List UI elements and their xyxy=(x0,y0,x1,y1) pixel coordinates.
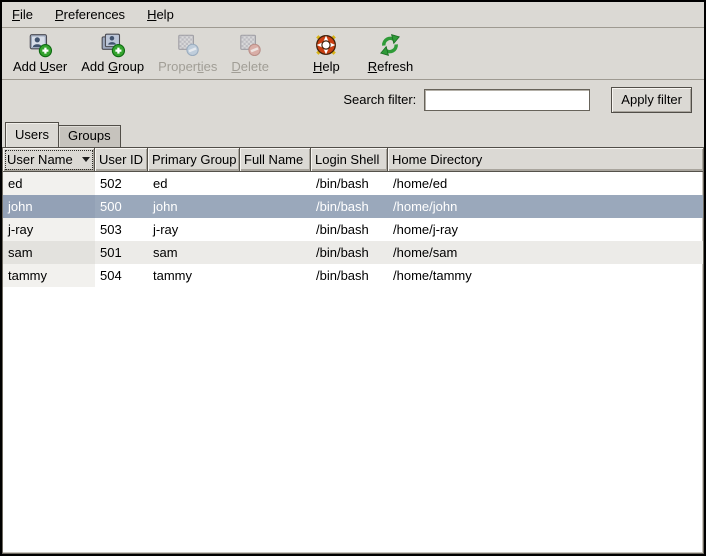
tab-strip: Users Groups xyxy=(2,119,704,147)
cell-home-directory[interactable]: /home/john xyxy=(388,195,703,218)
cell-login-shell[interactable]: /bin/bash xyxy=(311,264,388,287)
cell-full-name[interactable] xyxy=(240,172,311,195)
table-header-row: User Name User ID Primary Group Full Nam… xyxy=(3,148,703,172)
help-icon xyxy=(313,32,339,58)
table-row[interactable]: tammy504tammy/bin/bash/home/tammy xyxy=(3,264,703,287)
refresh-label: Refresh xyxy=(368,59,414,74)
cell-user-id[interactable]: 500 xyxy=(95,195,148,218)
tab-groups[interactable]: Groups xyxy=(58,125,121,147)
cell-home-directory[interactable]: /home/sam xyxy=(388,241,703,264)
cell-full-name[interactable] xyxy=(240,264,311,287)
user-manager-window: { "window": { "bg": "#dbd9d4", "selectio… xyxy=(0,0,706,556)
column-header-login-shell[interactable]: Login Shell xyxy=(311,148,388,172)
cell-home-directory[interactable]: /home/j-ray xyxy=(388,218,703,241)
column-header-user-id[interactable]: User ID xyxy=(95,148,148,172)
add-user-label: Add User xyxy=(13,59,67,74)
table-row[interactable]: ed502ed/bin/bash/home/ed xyxy=(3,172,703,195)
toolbar: Add User Add Group xyxy=(2,28,704,80)
sort-arrow-icon xyxy=(82,157,90,162)
properties-button[interactable]: Properties xyxy=(151,30,224,76)
delete-icon xyxy=(237,32,263,58)
cell-primary-group[interactable]: tammy xyxy=(148,264,240,287)
cell-home-directory[interactable]: /home/ed xyxy=(388,172,703,195)
cell-user-id[interactable]: 501 xyxy=(95,241,148,264)
column-header-full-name[interactable]: Full Name xyxy=(240,148,311,172)
apply-filter-button[interactable]: Apply filter xyxy=(611,87,692,113)
help-label: Help xyxy=(313,59,340,74)
cell-primary-group[interactable]: john xyxy=(148,195,240,218)
menubar: File Preferences Help xyxy=(2,2,704,28)
cell-home-directory[interactable]: /home/tammy xyxy=(388,264,703,287)
cell-user-name[interactable]: j-ray xyxy=(3,218,95,241)
cell-primary-group[interactable]: sam xyxy=(148,241,240,264)
menu-preferences[interactable]: Preferences xyxy=(47,3,133,26)
column-header-home-directory[interactable]: Home Directory xyxy=(388,148,703,172)
filter-bar: Search filter: Apply filter xyxy=(2,80,704,119)
delete-label: Delete xyxy=(231,59,269,74)
delete-button[interactable]: Delete xyxy=(224,30,276,76)
users-table: User Name User ID Primary Group Full Nam… xyxy=(2,147,704,554)
menu-help[interactable]: Help xyxy=(139,3,182,26)
cell-primary-group[interactable]: ed xyxy=(148,172,240,195)
table-body: ed502ed/bin/bash/home/edjohn500john/bin/… xyxy=(3,172,703,287)
cell-login-shell[interactable]: /bin/bash xyxy=(311,195,388,218)
cell-primary-group[interactable]: j-ray xyxy=(148,218,240,241)
cell-user-name[interactable]: tammy xyxy=(3,264,95,287)
cell-user-id[interactable]: 502 xyxy=(95,172,148,195)
refresh-button[interactable]: Refresh xyxy=(361,30,421,76)
cell-user-id[interactable]: 504 xyxy=(95,264,148,287)
cell-user-name[interactable]: john xyxy=(3,195,95,218)
table-row[interactable]: john500john/bin/bash/home/john xyxy=(3,195,703,218)
help-button[interactable]: Help xyxy=(306,30,347,76)
cell-user-id[interactable]: 503 xyxy=(95,218,148,241)
tab-users[interactable]: Users xyxy=(5,122,59,147)
cell-login-shell[interactable]: /bin/bash xyxy=(311,172,388,195)
add-group-label: Add Group xyxy=(81,59,144,74)
search-filter-label: Search filter: xyxy=(343,92,416,107)
add-user-icon xyxy=(27,32,53,58)
cell-full-name[interactable] xyxy=(240,195,311,218)
properties-icon xyxy=(175,32,201,58)
add-group-button[interactable]: Add Group xyxy=(74,30,151,76)
add-user-button[interactable]: Add User xyxy=(6,30,74,76)
search-filter-input[interactable] xyxy=(424,89,590,111)
cell-full-name[interactable] xyxy=(240,241,311,264)
refresh-icon xyxy=(377,32,403,58)
table-row[interactable]: sam501sam/bin/bash/home/sam xyxy=(3,241,703,264)
properties-label: Properties xyxy=(158,59,217,74)
add-group-icon xyxy=(100,32,126,58)
column-header-primary-group[interactable]: Primary Group xyxy=(148,148,240,172)
column-header-user-name[interactable]: User Name xyxy=(3,148,95,172)
table-row[interactable]: j-ray503j-ray/bin/bash/home/j-ray xyxy=(3,218,703,241)
cell-login-shell[interactable]: /bin/bash xyxy=(311,218,388,241)
cell-user-name[interactable]: sam xyxy=(3,241,95,264)
cell-login-shell[interactable]: /bin/bash xyxy=(311,241,388,264)
cell-user-name[interactable]: ed xyxy=(3,172,95,195)
menu-file[interactable]: File xyxy=(4,3,41,26)
cell-full-name[interactable] xyxy=(240,218,311,241)
